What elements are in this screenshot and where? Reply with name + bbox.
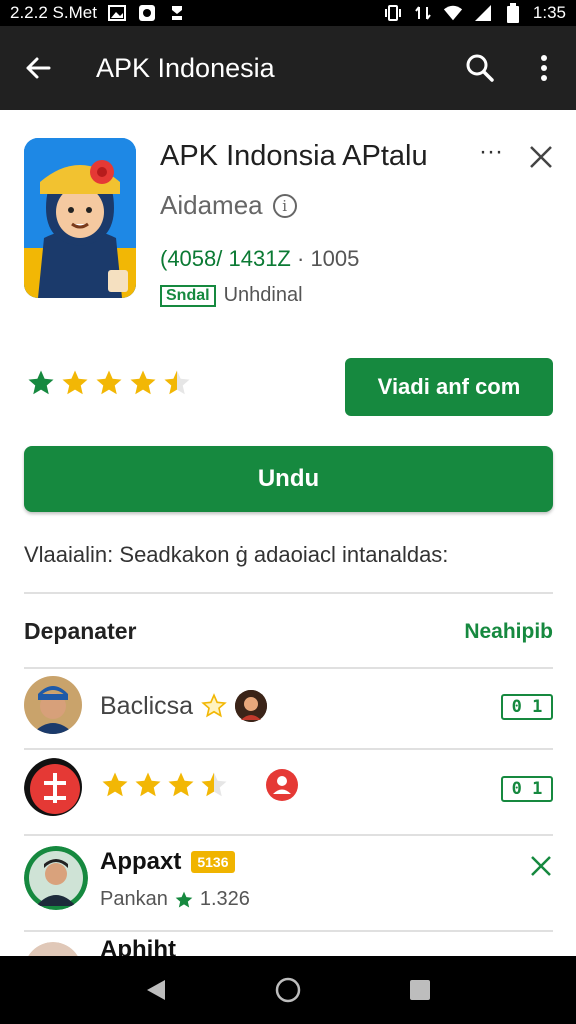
- item-label-row: Baclicsa: [100, 690, 268, 722]
- small-avatar: [235, 690, 268, 722]
- avatar: [24, 676, 82, 734]
- arrow-back-icon: [26, 57, 51, 79]
- item-subtitle: Pankan: [100, 888, 168, 910]
- circle-home-icon: [275, 977, 301, 1003]
- status-time: 1:35: [532, 3, 566, 22]
- app-icon[interactable]: [24, 138, 136, 298]
- version-info: (4058/ 1431Z · 1005: [160, 246, 359, 272]
- close-icon: [530, 146, 552, 168]
- list-item[interactable]: Aphiht: [24, 936, 553, 956]
- star-half-icon: [164, 370, 190, 395]
- item-label: Baclicsa: [100, 691, 194, 720]
- item-count: 1.326: [199, 888, 250, 910]
- item-rating: [100, 768, 299, 802]
- square-recents-icon: [410, 980, 430, 1000]
- list-item[interactable]: Appaxt 5136 Pankan 1.326: [24, 846, 553, 918]
- avatar: [24, 942, 82, 956]
- star-icon: [135, 772, 161, 797]
- star-icon: [62, 370, 88, 395]
- close-button[interactable]: [528, 144, 554, 170]
- data-icon: [413, 4, 433, 22]
- star-icon: [175, 891, 193, 907]
- triangle-back-icon: [147, 980, 165, 1000]
- secondary-action-button[interactable]: Viadi anf com: [345, 358, 553, 416]
- developer-row[interactable]: Aidamea i: [160, 190, 297, 221]
- dismiss-button[interactable]: [529, 854, 553, 878]
- status-bar: 2.2.2 S.Met 1:35: [0, 0, 576, 26]
- star-outline-icon: [201, 693, 227, 718]
- section-more-link[interactable]: Neahipib: [440, 620, 553, 644]
- avatar: [24, 846, 88, 910]
- star-icon: [130, 370, 156, 395]
- divider: [24, 834, 553, 836]
- item-subtitle-row: Pankan 1.326: [100, 888, 250, 911]
- vibrate-icon: [383, 4, 403, 22]
- divider: [24, 592, 553, 594]
- app-bar: APK Indonesia: [0, 26, 576, 110]
- nav-back-button[interactable]: [141, 975, 171, 1005]
- back-button[interactable]: [0, 26, 76, 110]
- search-button[interactable]: [448, 26, 512, 110]
- star-icon: [168, 772, 194, 797]
- nav-recents-button[interactable]: [405, 975, 435, 1005]
- app-header: APK Indonsia APtalu ··· Aidamea i (4058/…: [24, 138, 554, 308]
- more-vert-icon: [541, 55, 547, 81]
- system-nav-bar: [0, 956, 576, 1024]
- tag-line: Sndal Unhdinal: [160, 284, 303, 307]
- version-extra: · 1005: [297, 246, 360, 271]
- status-left-text: 2.2.2 S.Met: [10, 3, 97, 22]
- photo-icon: [107, 4, 127, 22]
- description-text: Vlaaialin: Seadkakon ġ adaoiacl intanald…: [24, 542, 449, 567]
- battery-icon: [503, 3, 523, 23]
- item-title: Appaxt: [100, 848, 182, 875]
- divider: [24, 930, 553, 932]
- nav-home-button[interactable]: [273, 975, 303, 1005]
- red-app-icon: [266, 769, 298, 801]
- download-button[interactable]: Undu: [24, 446, 553, 512]
- rating-stars: [26, 368, 192, 398]
- overflow-menu-button[interactable]: [512, 26, 576, 110]
- avatar: [24, 758, 82, 816]
- divider: [24, 667, 553, 669]
- content-area: APK Indonsia APtalu ··· Aidamea i (4058/…: [0, 110, 576, 956]
- tag-text: Unhdinal: [223, 284, 303, 306]
- item-title-badge: 5136: [191, 851, 235, 873]
- star-icon: [96, 370, 122, 395]
- list-item[interactable]: 0 1: [24, 758, 553, 830]
- wifi-icon: [443, 4, 463, 22]
- item-title-row: Appaxt 5136: [100, 848, 235, 876]
- section-title: Depanater: [24, 618, 137, 644]
- info-icon[interactable]: i: [272, 193, 297, 218]
- version-number: (4058/ 1431Z: [160, 246, 291, 271]
- app-name: APK Indonsia APtalu: [160, 140, 428, 172]
- star-icon: [28, 370, 54, 395]
- more-options-button[interactable]: ···: [479, 138, 503, 166]
- star-half-icon: [201, 772, 227, 797]
- developer-name: Aidamea: [160, 190, 263, 220]
- download-notification-icon: [167, 4, 187, 22]
- item-badge[interactable]: 0 1: [501, 776, 553, 802]
- page-title: APK Indonesia: [96, 52, 275, 83]
- item-badge[interactable]: 0 1: [501, 694, 553, 720]
- tag-badge: Sndal: [160, 284, 216, 307]
- list-item[interactable]: Baclicsa 0 1: [24, 676, 553, 748]
- divider: [24, 748, 553, 750]
- item-title: Aphiht: [100, 936, 176, 956]
- star-icon: [102, 772, 128, 797]
- app-notification-icon: [137, 4, 157, 22]
- close-icon: [531, 856, 551, 876]
- signal-icon: [473, 4, 493, 22]
- search-icon: [466, 54, 494, 82]
